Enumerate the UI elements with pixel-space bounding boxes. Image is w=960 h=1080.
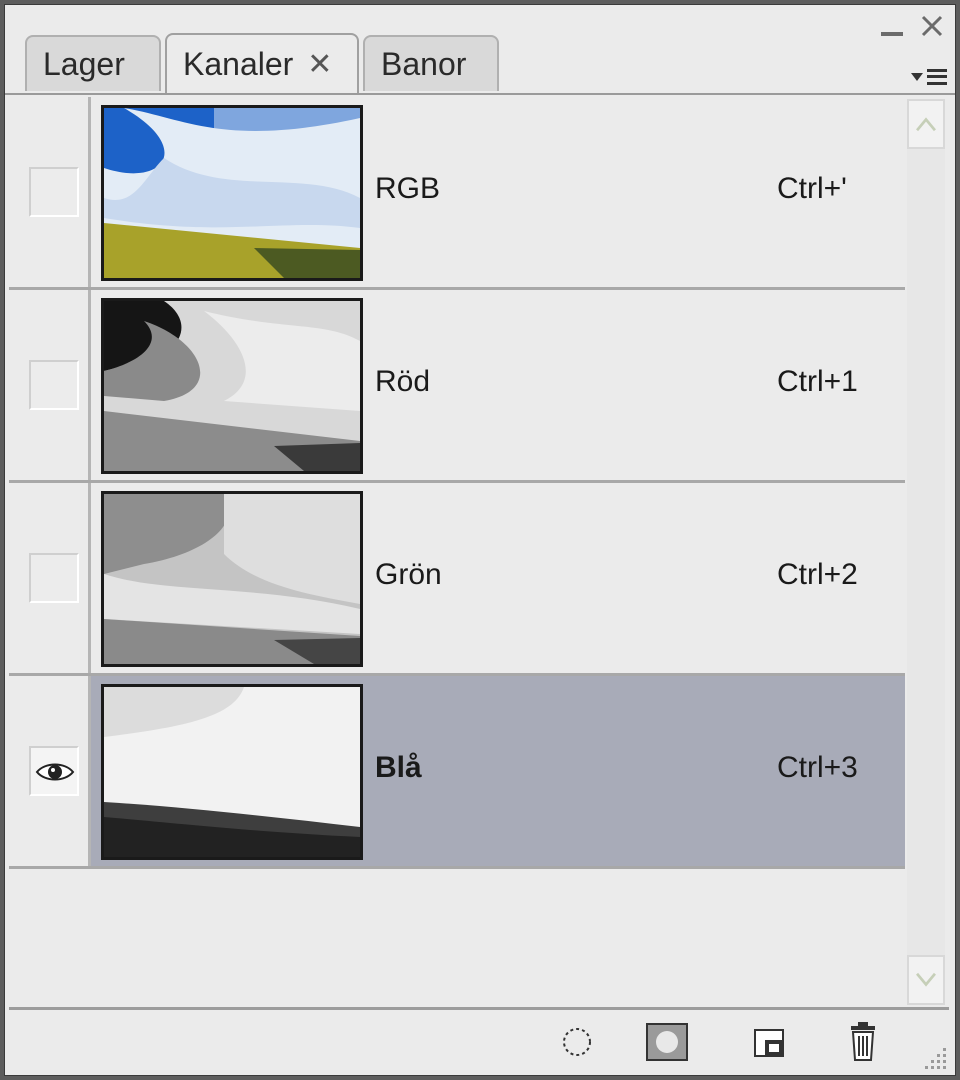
channel-name: Röd xyxy=(375,365,431,398)
tab-label: Kanaler xyxy=(183,45,294,82)
scroll-up-button[interactable] xyxy=(907,99,945,149)
channel-thumbnail-red xyxy=(101,298,363,474)
new-channel-icon[interactable] xyxy=(747,1020,791,1064)
channel-name: Blå xyxy=(375,751,422,784)
eye-icon xyxy=(35,763,75,781)
tab-label: Banor xyxy=(381,45,467,82)
visibility-toggle[interactable] xyxy=(29,360,79,410)
vertical-scrollbar[interactable] xyxy=(907,99,945,1005)
tab-bar: Lager Kanaler ✕ Banor xyxy=(5,5,955,95)
channel-shortcut: Ctrl+' xyxy=(777,172,847,205)
channel-list: RGB Ctrl+' Röd Ctrl+1 Grön Ctrl+2 Blå Ct… xyxy=(9,97,905,1007)
resize-grip-icon[interactable] xyxy=(919,1042,949,1072)
tab-lager[interactable]: Lager xyxy=(25,35,161,91)
visibility-toggle[interactable] xyxy=(29,746,79,796)
channel-shortcut: Ctrl+3 xyxy=(777,751,858,784)
bottom-toolbar xyxy=(9,1007,949,1072)
chevron-up-icon xyxy=(916,117,936,132)
channel-row-green[interactable]: Grön Ctrl+2 xyxy=(9,483,905,676)
channel-row-rgb[interactable]: RGB Ctrl+' xyxy=(9,97,905,290)
load-selection-icon[interactable] xyxy=(555,1020,599,1064)
chevron-down-icon xyxy=(916,972,936,987)
channels-panel: Lager Kanaler ✕ Banor RGB Ctrl+' Röd Ctr… xyxy=(4,4,956,1076)
channel-row-red[interactable]: Röd Ctrl+1 xyxy=(9,290,905,483)
channel-name: RGB xyxy=(375,172,441,205)
channel-shortcut: Ctrl+1 xyxy=(777,365,858,398)
tab-label: Lager xyxy=(43,45,125,82)
save-selection-icon[interactable] xyxy=(645,1020,689,1064)
tab-close-icon[interactable]: ✕ xyxy=(307,47,332,82)
visibility-toggle[interactable] xyxy=(29,167,79,217)
visibility-toggle[interactable] xyxy=(29,553,79,603)
channel-row-blue[interactable]: Blå Ctrl+3 xyxy=(9,676,905,869)
panel-menu-icon[interactable] xyxy=(887,61,947,93)
scroll-down-button[interactable] xyxy=(907,955,945,1005)
channel-thumbnail-rgb xyxy=(101,105,363,281)
trash-icon[interactable] xyxy=(841,1020,885,1064)
channel-thumbnail-green xyxy=(101,491,363,667)
channel-name: Grön xyxy=(375,558,442,591)
channel-shortcut: Ctrl+2 xyxy=(777,558,858,591)
channel-thumbnail-blue xyxy=(101,684,363,860)
tab-kanaler[interactable]: Kanaler ✕ xyxy=(165,33,359,93)
tab-banor[interactable]: Banor xyxy=(363,35,499,91)
